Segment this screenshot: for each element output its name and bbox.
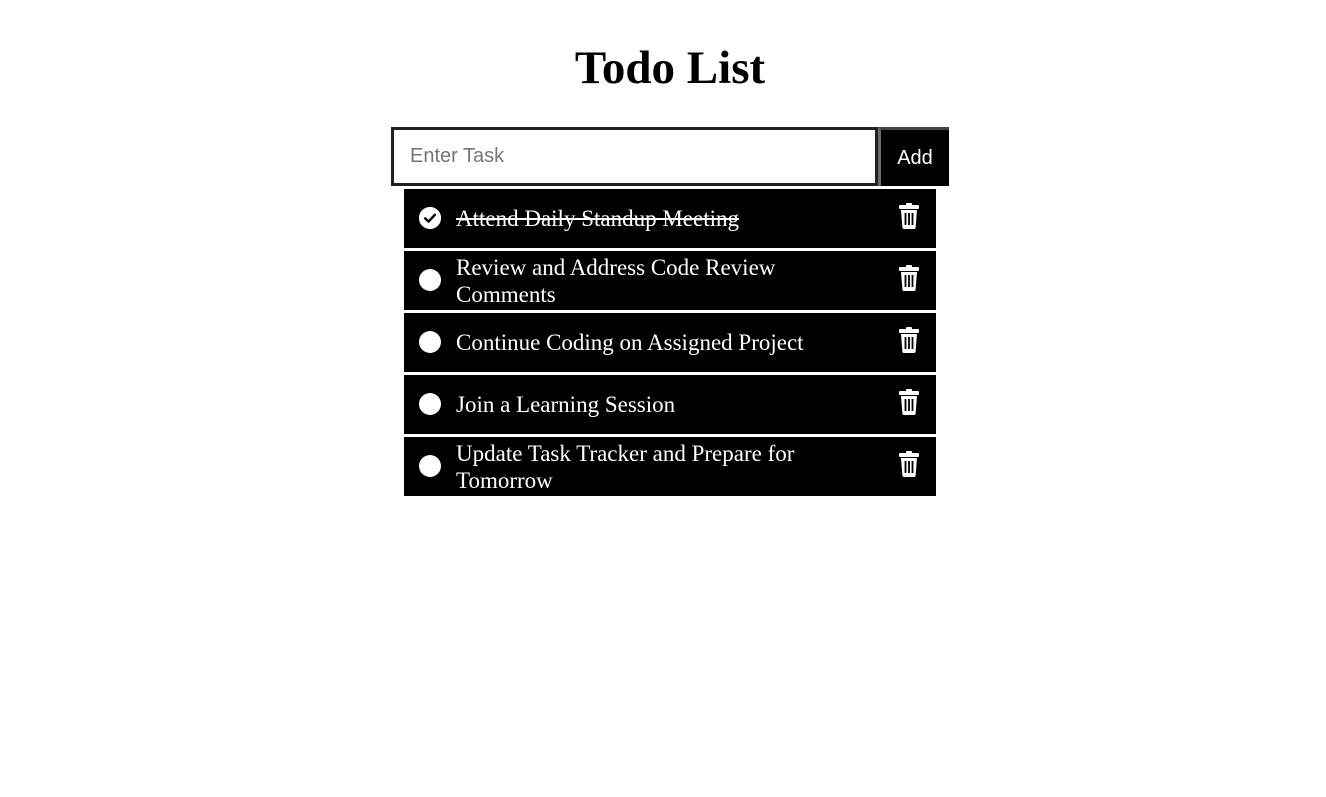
trash-icon[interactable]	[898, 327, 920, 353]
circle-icon[interactable]	[419, 331, 441, 353]
trash-icon[interactable]	[898, 451, 920, 477]
task-label[interactable]: Attend Daily Standup Meeting	[456, 205, 856, 232]
task-input[interactable]	[391, 127, 878, 186]
task-list: Attend Daily Standup Meeting Review and …	[404, 189, 936, 499]
task-label[interactable]: Join a Learning Session	[456, 391, 856, 418]
circle-icon[interactable]	[419, 455, 441, 477]
task-item: Continue Coding on Assigned Project	[404, 313, 936, 372]
task-label[interactable]: Update Task Tracker and Prepare for Tomo…	[456, 440, 856, 494]
page-title: Todo List	[574, 42, 766, 94]
task-item: Join a Learning Session	[404, 375, 936, 434]
task-item: Review and Address Code Review Comments	[404, 251, 936, 310]
add-task-form: Add	[391, 127, 949, 186]
trash-icon[interactable]	[898, 389, 920, 415]
check-circle-icon[interactable]	[419, 207, 441, 229]
todo-app: Todo List Add Attend Daily Standup Meeti…	[0, 0, 1326, 797]
trash-icon[interactable]	[898, 203, 920, 229]
trash-icon[interactable]	[898, 265, 920, 291]
circle-icon[interactable]	[419, 393, 441, 415]
task-item: Attend Daily Standup Meeting	[404, 189, 936, 248]
circle-icon[interactable]	[419, 269, 441, 291]
task-label[interactable]: Review and Address Code Review Comments	[456, 254, 856, 308]
task-label[interactable]: Continue Coding on Assigned Project	[456, 329, 856, 356]
add-button[interactable]: Add	[878, 127, 949, 186]
task-item: Update Task Tracker and Prepare for Tomo…	[404, 437, 936, 496]
